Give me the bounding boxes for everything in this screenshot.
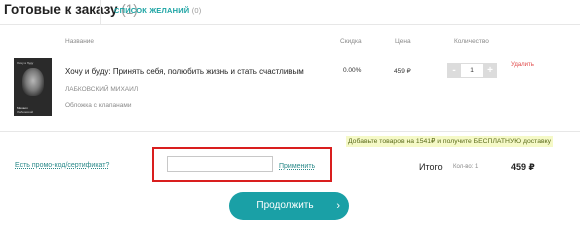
product-discount: 0.00% — [343, 67, 362, 74]
header-quantity: Количество — [454, 38, 489, 45]
free-delivery-banner: Добавьте товаров на 1541₽ и получите БЕС… — [346, 136, 554, 147]
total-count: Кол-во: 1 — [453, 164, 479, 170]
tabs-divider — [0, 24, 580, 25]
total-label: Итого — [419, 162, 443, 172]
tab-wishlist-count: (0) — [191, 6, 202, 15]
tab-separator — [100, 0, 101, 24]
qty-plus-button[interactable]: + — [483, 63, 497, 78]
product-price: 459 ₽ — [394, 68, 411, 75]
promo-code-link[interactable]: Есть промо-код/сертификат? — [15, 162, 109, 169]
section-divider — [0, 131, 580, 132]
tab-wishlist[interactable]: СПИСОК ЖЕЛАНИЙ (0) — [114, 6, 201, 15]
continue-label: Продолжить — [256, 200, 314, 211]
active-tab-underline — [0, 22, 100, 24]
product-title[interactable]: Хочу и буду: Принять себя, полюбить жизн… — [65, 67, 304, 76]
header-discount: Скидка — [340, 38, 362, 45]
header-price: Цена — [395, 38, 411, 45]
remove-button[interactable]: Удалить — [511, 62, 534, 68]
header-name: Название — [65, 38, 95, 45]
tab-wishlist-label: СПИСОК ЖЕЛАНИЙ — [114, 6, 190, 15]
cover-portrait — [22, 68, 44, 96]
quantity-stepper: - 1 + — [447, 63, 497, 78]
qty-value[interactable]: 1 — [461, 63, 483, 78]
chevron-right-icon: › — [336, 200, 340, 212]
book-cover-image[interactable]: Хочу и буду Михаил Лабковский — [14, 58, 52, 116]
product-cover-type: Обложка с клапанами — [65, 102, 132, 109]
product-author: ЛАБКОВСКИЙ МИХАИЛ — [65, 86, 139, 93]
cover-author-last: Лабковский — [17, 110, 34, 114]
continue-button[interactable]: Продолжить › — [229, 192, 349, 220]
qty-minus-button[interactable]: - — [447, 63, 461, 78]
promo-code-input[interactable] — [167, 156, 273, 172]
apply-promo-button[interactable]: Применить — [279, 163, 315, 170]
cover-title: Хочу и буду — [17, 61, 34, 65]
total-sum: 459 ₽ — [511, 162, 535, 172]
